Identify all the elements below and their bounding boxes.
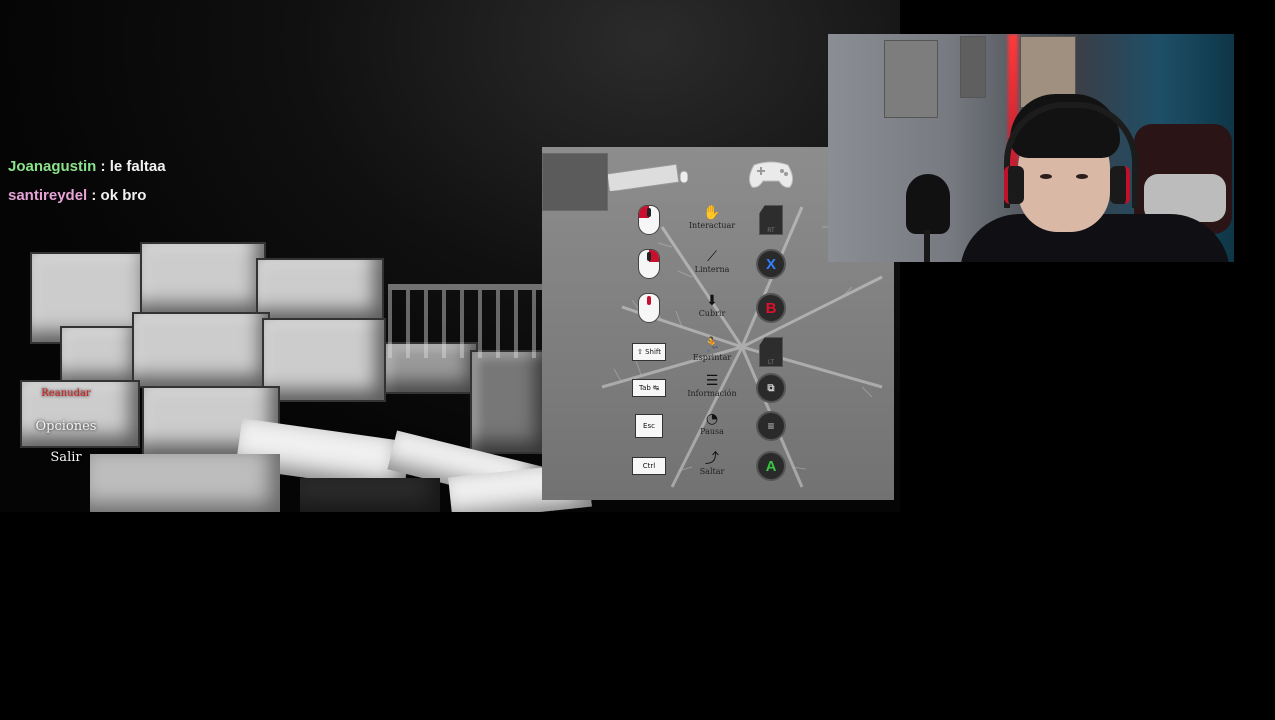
action-label: Esprintar [692, 353, 732, 362]
control-row-informacion: Tab ↹ ☰ Información ⧉ [542, 373, 894, 407]
menu-resume[interactable]: Reanudar [24, 388, 108, 399]
chat-message: santireydel : ok bro [8, 187, 166, 204]
stone-block [60, 326, 142, 386]
jump-icon: ⤴ [705, 451, 719, 467]
menu-button-icon: ≡ [756, 411, 786, 441]
mouse-wheel-icon [634, 293, 664, 323]
mouse-left-click-icon [634, 205, 664, 235]
wall-poster [884, 40, 938, 118]
headset-earcup [1110, 166, 1130, 204]
chat-username: Joanagustin [8, 158, 97, 175]
chat-text: : ok bro [87, 187, 147, 204]
ctrl-key-icon: Ctrl [632, 451, 666, 481]
rubble [90, 454, 280, 512]
control-row-cubrir: ⬇ Cubrir B [542, 293, 894, 327]
mic-stand [924, 230, 930, 262]
hand-icon: ✋ [703, 205, 721, 221]
gamepad-icon [748, 161, 794, 188]
menu-options[interactable]: Opciones [24, 419, 108, 434]
action-label: Pausa [700, 427, 724, 436]
running-icon: 🏃 [703, 337, 721, 353]
rubble [300, 478, 440, 512]
control-row-esprintar: ⇧ Shift 🏃 Esprintar LT [542, 337, 894, 371]
webcam-feed [828, 34, 1234, 262]
action-label: Interactuar [688, 221, 736, 230]
b-button-icon: B [756, 293, 786, 323]
mouse-right-click-icon [634, 249, 664, 279]
stone-block [140, 242, 266, 316]
headset-earcup [1004, 166, 1024, 204]
flashlight-icon: ⟋ [707, 249, 717, 265]
control-row-saltar: Ctrl ⤴ Saltar A [542, 451, 894, 485]
chat-text: : le faltaa [96, 158, 166, 175]
stream-chat: Joanagustin : le faltaa santireydel : ok… [8, 158, 166, 216]
chat-username: santireydel [8, 187, 88, 204]
stone-block [132, 312, 270, 388]
clock-icon: ◔ [705, 411, 719, 427]
stone-block [256, 258, 384, 322]
rt-trigger-icon: RT [756, 205, 786, 235]
stone-block [262, 318, 386, 402]
action-label: Cubrir [698, 309, 726, 318]
microphone [906, 174, 950, 234]
action-label: Linterna [694, 265, 730, 274]
lt-trigger-icon: LT [756, 337, 786, 367]
list-icon: ☰ [705, 373, 719, 389]
keyboard-scheme-thumbnail[interactable] [542, 153, 608, 211]
control-row-pausa: Esc ◔ Pausa ≡ [542, 411, 894, 445]
stone-block [470, 350, 546, 454]
action-label: Información [687, 389, 737, 398]
x-button-icon: X [756, 249, 786, 279]
esc-key-icon: Esc [634, 411, 664, 441]
tab-key-icon: Tab ↹ [632, 373, 666, 403]
keyboard-icon [608, 163, 688, 191]
back-button-icon: ⧉ [756, 373, 786, 403]
broken-fence [388, 284, 548, 358]
arrow-down-icon: ⬇ [706, 293, 718, 309]
action-label: Saltar [699, 467, 725, 476]
wall-poster [960, 36, 986, 98]
shift-key-icon: ⇧ Shift [632, 337, 666, 367]
a-button-icon: A [756, 451, 786, 481]
chat-message: Joanagustin : le faltaa [8, 158, 166, 175]
pause-menu: Reanudar Opciones Salir [24, 388, 108, 481]
menu-quit[interactable]: Salir [24, 450, 108, 465]
